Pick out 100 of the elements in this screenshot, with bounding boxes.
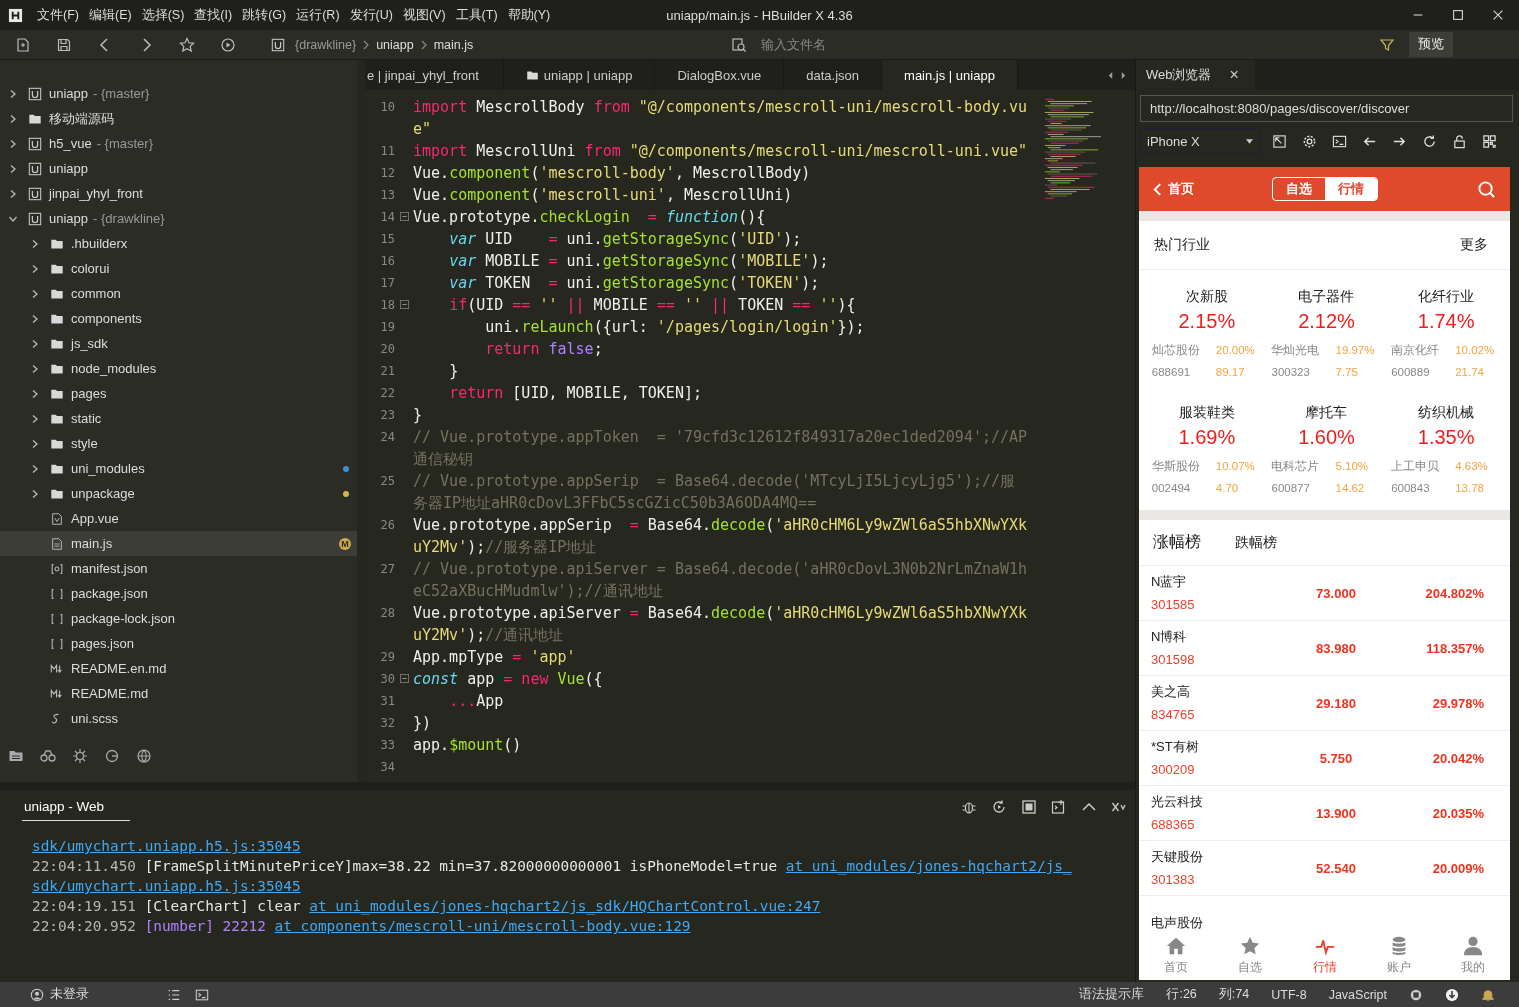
terminal-icon[interactable] — [1332, 133, 1347, 149]
console-link[interactable]: sdk/umychart.uniapp.h5.js:35045 — [32, 878, 301, 894]
search-icon[interactable] — [1477, 179, 1496, 199]
tree-item[interactable]: components — [0, 306, 357, 331]
fold-icon[interactable] — [399, 212, 409, 221]
tree-item[interactable]: colorui — [0, 256, 357, 281]
console-tab[interactable]: uniapp - Web — [22, 793, 131, 821]
breadcrumb-item[interactable]: {drawkline} — [295, 37, 357, 52]
close-icon[interactable] — [1491, 8, 1505, 22]
lock-icon[interactable] — [1452, 133, 1467, 149]
stop-icon[interactable] — [1021, 799, 1037, 815]
console-link[interactable]: at components/mescroll-uni/mescroll-body.vue:129 — [274, 918, 691, 934]
device-dropdown[interactable]: iPhone X — [1140, 128, 1260, 154]
segment-tab[interactable]: 自选 — [1273, 178, 1325, 200]
tree-item[interactable]: package.json — [0, 581, 357, 606]
maximize-icon[interactable] — [1451, 8, 1465, 22]
user-icon[interactable] — [30, 987, 44, 1002]
tab-bar-item[interactable]: 自选 — [1213, 931, 1288, 980]
breadcrumb-item[interactable]: uniapp — [376, 37, 414, 52]
chevron-right-icon[interactable] — [30, 388, 40, 399]
url-field[interactable]: http://localhost:8080/pages/discover/discover — [1140, 95, 1513, 122]
fold-icon[interactable] — [399, 300, 409, 309]
tree-item[interactable]: node_modules — [0, 356, 357, 381]
export-icon[interactable] — [1051, 799, 1067, 815]
console-link[interactable]: at uni_modules/jones-hqchart2/js_ — [785, 858, 1072, 874]
menu-item[interactable]: 查找(I) — [194, 6, 233, 24]
resize-icon[interactable] — [1272, 133, 1287, 149]
run-icon[interactable] — [220, 36, 236, 53]
tree-item[interactable]: pages — [0, 381, 357, 406]
files-icon[interactable] — [8, 748, 24, 764]
editor-tab[interactable]: DialogBox.vue — [655, 60, 785, 90]
chevron-right-icon[interactable] — [30, 488, 40, 499]
tree-item[interactable]: App.vue — [0, 506, 357, 531]
chevron-right-icon[interactable] — [30, 363, 40, 374]
menu-item[interactable]: 运行(R) — [296, 6, 340, 24]
browser-tab[interactable]: Web浏览器 × — [1136, 60, 1255, 90]
chevron-right-icon[interactable] — [30, 313, 40, 324]
terminal-icon[interactable] — [195, 987, 209, 1002]
menu-item[interactable]: 跳转(G) — [242, 6, 287, 24]
tab-bar-item[interactable]: 首页 — [1139, 931, 1214, 980]
chevron-right-icon[interactable] — [8, 113, 18, 124]
settings-icon[interactable] — [1302, 133, 1317, 149]
tree-item[interactable]: static — [0, 406, 357, 431]
filter-icon[interactable] — [1379, 36, 1395, 53]
qr-code-icon[interactable] — [1482, 133, 1497, 149]
status-item[interactable]: JavaScript — [1328, 987, 1387, 1002]
file-search-field[interactable]: 输入文件名 — [759, 36, 1323, 53]
save-icon[interactable] — [56, 36, 72, 53]
scroll-right-icon[interactable] — [1120, 70, 1127, 80]
status-item[interactable]: 语法提示库 — [1079, 986, 1145, 1003]
editor-tab[interactable]: uniapp | uniapp — [503, 60, 656, 90]
tab-bar-item[interactable]: 账户 — [1361, 931, 1436, 980]
menu-item[interactable]: 视图(V) — [402, 6, 446, 24]
status-item[interactable]: 行:26 — [1166, 986, 1197, 1003]
chevron-right-icon[interactable] — [8, 138, 18, 149]
menu-item[interactable]: 工具(T) — [455, 6, 498, 24]
ranking-tab[interactable]: 涨幅榜 — [1153, 532, 1201, 553]
segment-tab[interactable]: 行情 — [1325, 178, 1377, 200]
chevron-right-icon[interactable] — [30, 338, 40, 349]
tree-item[interactable]: uniapp — [0, 156, 357, 181]
tree-item[interactable]: js_sdk — [0, 331, 357, 356]
chevron-right-icon[interactable] — [30, 238, 40, 249]
console-link[interactable]: sdk/umychart.uniapp.h5.js:35045 — [32, 838, 301, 854]
chevron-right-icon[interactable] — [8, 163, 18, 174]
tree-item[interactable]: main.js M — [0, 531, 357, 556]
status-item[interactable]: UTF-8 — [1271, 987, 1307, 1002]
restart-icon[interactable] — [991, 799, 1007, 815]
chevron-right-icon[interactable] — [8, 188, 18, 199]
tree-item[interactable]: uni_modules — [0, 456, 357, 481]
more-link[interactable]: 更多 — [1460, 236, 1488, 254]
chevron-right-icon[interactable] — [8, 88, 18, 99]
tab-bar-item[interactable]: 我的 — [1435, 931, 1510, 980]
console-link[interactable]: at uni_modules/jones-hqchart2/js_sdk/HQChartControl.vue:247 — [309, 898, 821, 914]
login-status[interactable]: 未登录 — [50, 986, 89, 1003]
chevron-right-icon[interactable] — [30, 463, 40, 474]
tree-item[interactable]: common — [0, 281, 357, 306]
chevron-right-icon[interactable] — [30, 288, 40, 299]
tree-item[interactable]: jinpai_yhyl_front — [0, 181, 357, 206]
tree-item[interactable]: 移动端源码 — [0, 106, 357, 131]
tree-item[interactable]: README.en.md — [0, 656, 357, 681]
back-link[interactable]: 首页 — [1153, 180, 1194, 198]
tree-item[interactable]: README.md — [0, 681, 357, 706]
source-control-icon[interactable] — [104, 748, 120, 764]
ranking-tab[interactable]: 跌幅榜 — [1235, 533, 1277, 552]
editor-tab[interactable]: main.js | uniapp — [882, 60, 1018, 90]
refresh-icon[interactable] — [1422, 133, 1437, 149]
menu-item[interactable]: 文件(F) — [37, 6, 79, 24]
menu-item[interactable]: 发行(U) — [349, 6, 393, 24]
tree-item[interactable]: uniapp - {drawkline} — [0, 206, 357, 231]
star-icon[interactable] — [179, 36, 195, 53]
close-tab-button[interactable]: × — [1229, 66, 1239, 84]
menu-item[interactable]: 选择(S) — [141, 6, 185, 24]
plugin-icon[interactable] — [40, 748, 56, 764]
globe-icon[interactable] — [136, 748, 152, 764]
editor-tab[interactable]: e | jinpai_yhyl_front — [365, 60, 504, 90]
tab-bar-item[interactable]: 行情 — [1287, 931, 1362, 980]
tree-item[interactable]: pages.json — [0, 631, 357, 656]
bell-icon[interactable] — [1481, 987, 1495, 1002]
chevron-right-icon[interactable] — [30, 438, 40, 449]
tree-item[interactable]: unpackage — [0, 481, 357, 506]
